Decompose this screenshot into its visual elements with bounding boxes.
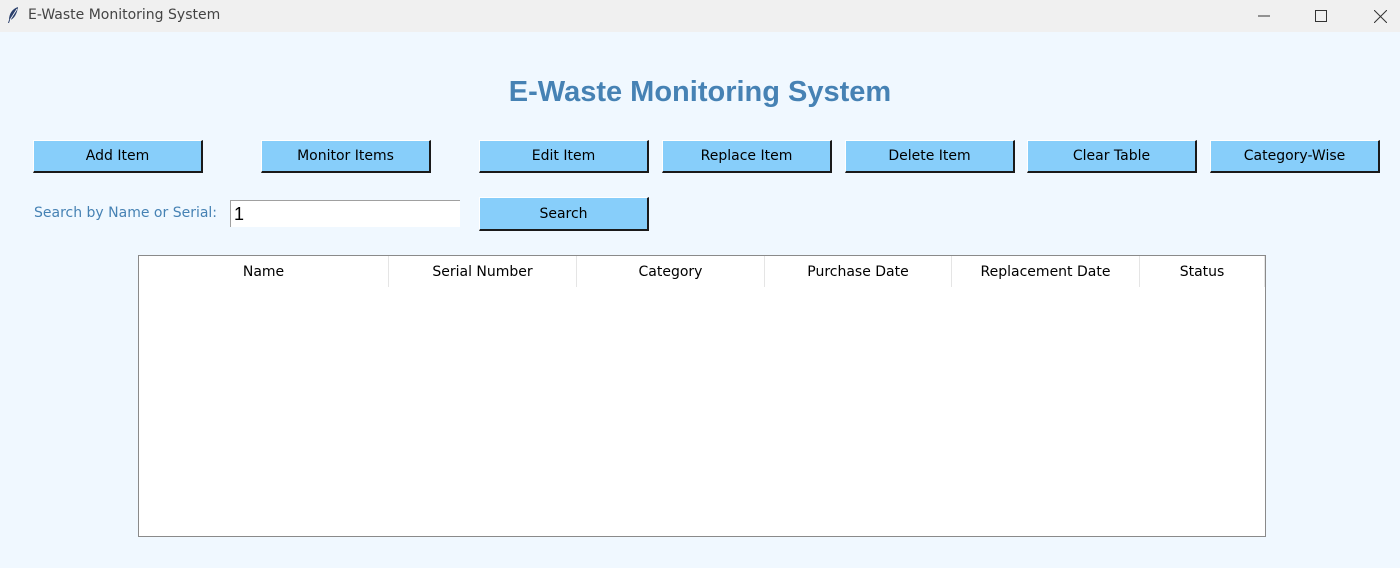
column-header-name[interactable]: Name [139, 256, 389, 287]
edit-item-button[interactable]: Edit Item [479, 140, 649, 173]
minimize-button[interactable] [1241, 0, 1287, 32]
search-label: Search by Name or Serial: [34, 205, 218, 221]
column-header-category[interactable]: Category [577, 256, 765, 287]
close-button[interactable] [1357, 0, 1400, 32]
close-icon [1373, 9, 1387, 23]
column-header-status[interactable]: Status [1140, 256, 1265, 287]
column-header-replacement-date[interactable]: Replacement Date [952, 256, 1140, 287]
table-header: Name Serial Number Category Purchase Dat… [139, 256, 1265, 287]
minimize-icon [1258, 15, 1270, 17]
add-item-button[interactable]: Add Item [33, 140, 203, 173]
items-table[interactable]: Name Serial Number Category Purchase Dat… [138, 255, 1266, 537]
search-button[interactable]: Search [479, 197, 649, 231]
feather-icon [8, 7, 18, 23]
clear-table-button[interactable]: Clear Table [1027, 140, 1197, 173]
window-title: E-Waste Monitoring System [28, 7, 221, 23]
page-title: E-Waste Monitoring System [508, 76, 892, 108]
replace-item-button[interactable]: Replace Item [662, 140, 832, 173]
maximize-button[interactable] [1298, 0, 1344, 32]
monitor-items-button[interactable]: Monitor Items [261, 140, 431, 173]
column-header-purchase-date[interactable]: Purchase Date [765, 256, 952, 287]
window-titlebar: E-Waste Monitoring System [0, 0, 1400, 32]
delete-item-button[interactable]: Delete Item [845, 140, 1015, 173]
search-input[interactable] [230, 200, 460, 227]
column-header-serial-number[interactable]: Serial Number [389, 256, 577, 287]
maximize-icon [1315, 10, 1327, 22]
category-wise-button[interactable]: Category-Wise [1210, 140, 1380, 173]
